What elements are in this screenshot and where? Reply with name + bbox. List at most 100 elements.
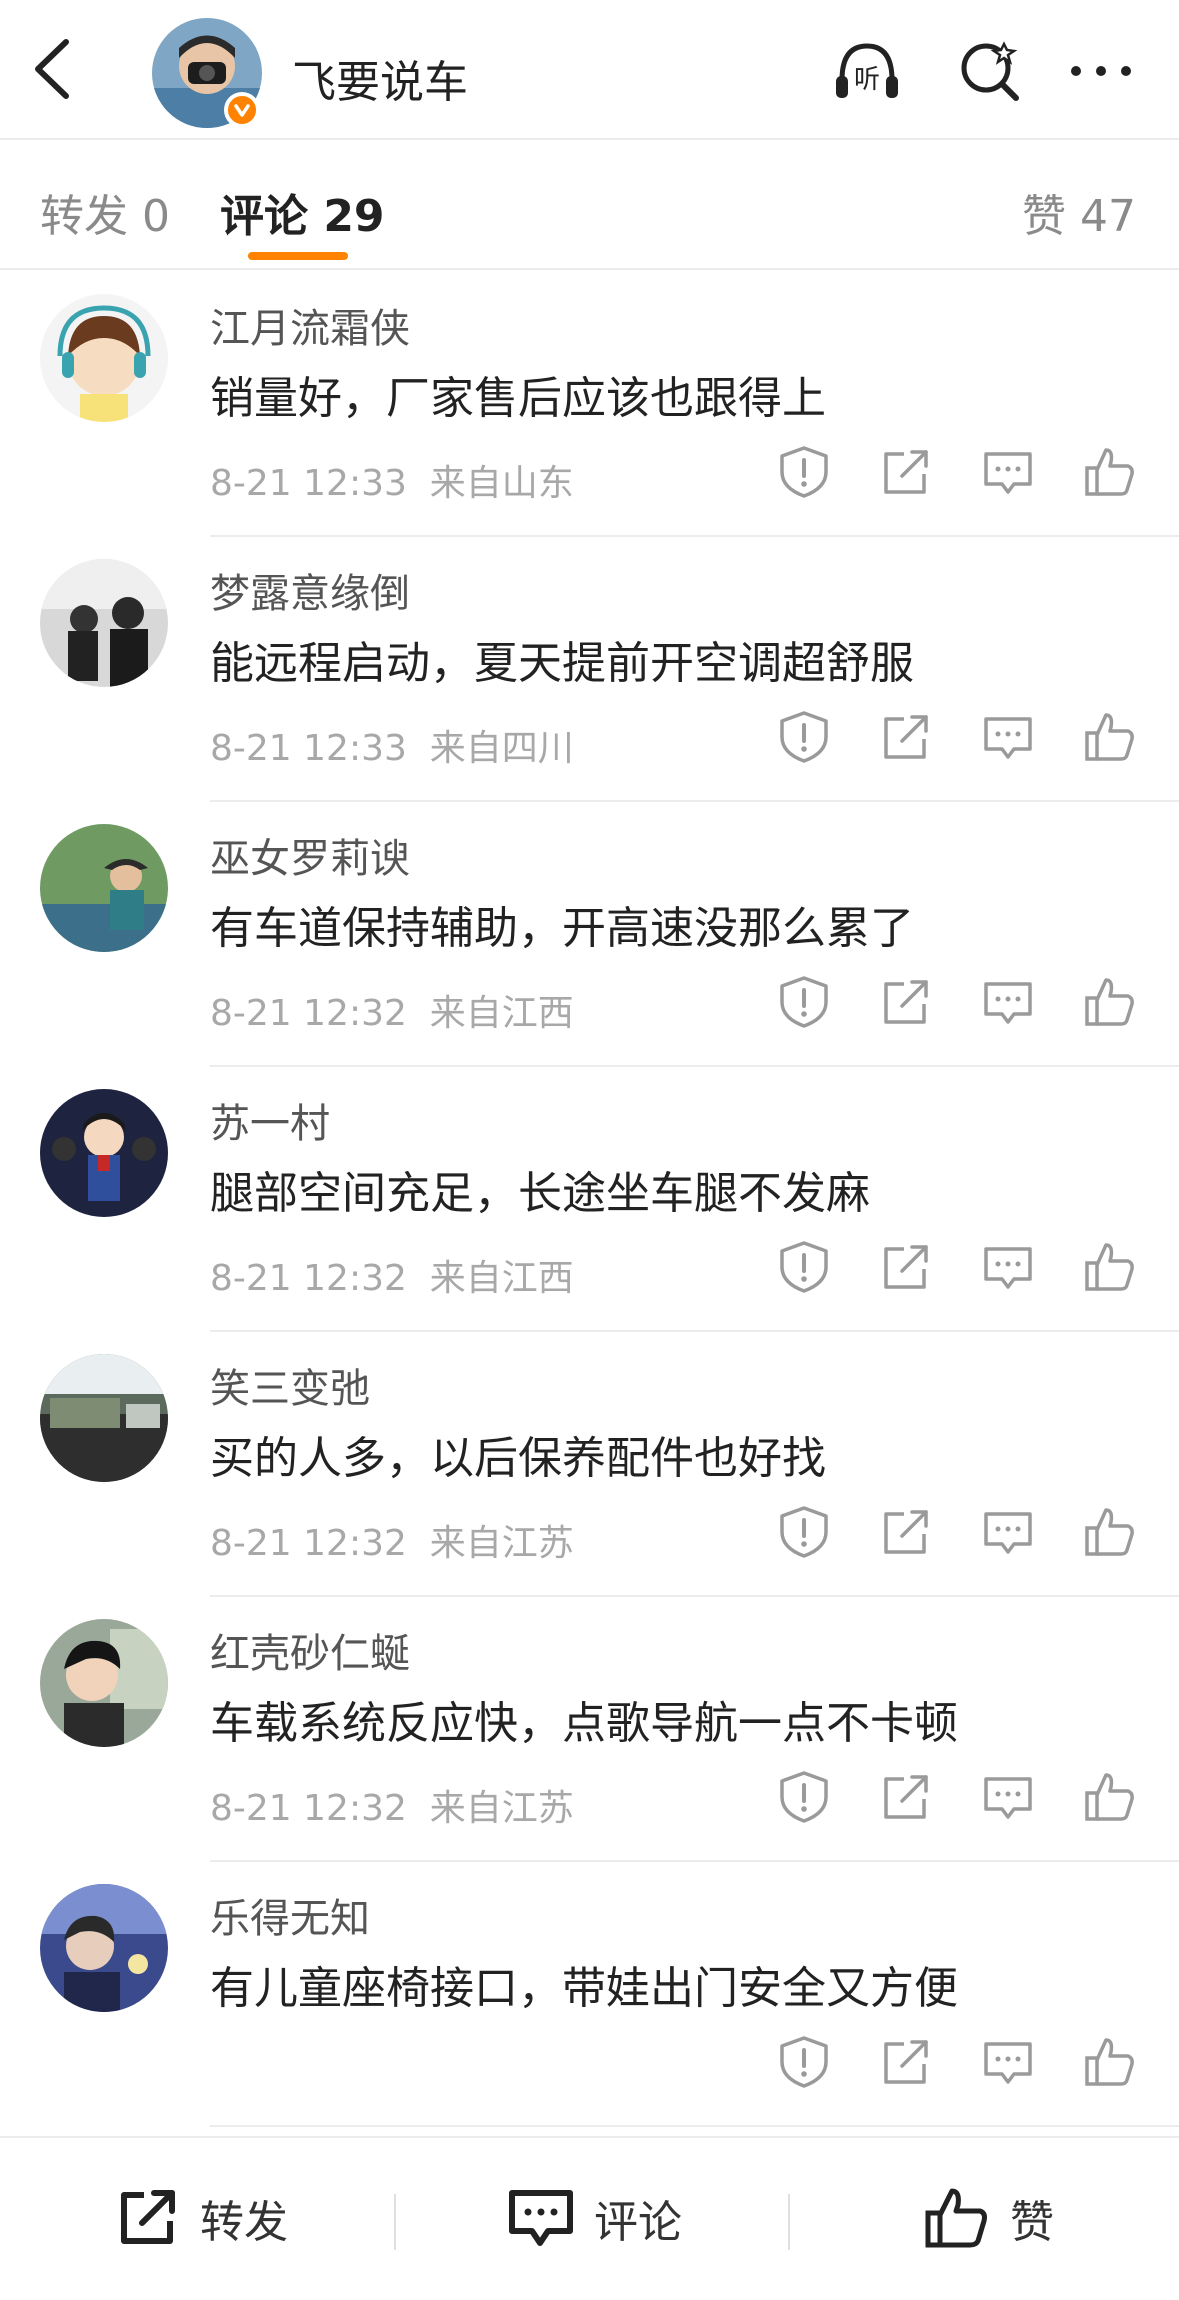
comment-item[interactable]: 笑三变弛 买的人多，以后保养配件也好找 8-21 12:32 来自江苏 bbox=[0, 1332, 1179, 1597]
comment-text: 有儿童座椅接口，带娃出门安全又方便 bbox=[210, 1963, 958, 2014]
comment-item[interactable]: 红壳砂仁蜒 车载系统反应快，点歌导航一点不卡顿 8-21 12:32 来自江苏 bbox=[0, 1597, 1179, 1862]
commenter-name[interactable]: 苏一村 bbox=[210, 1091, 330, 1149]
footer-divider bbox=[788, 2194, 790, 2250]
comment-meta: 8-21 12:32 来自江西 bbox=[210, 1249, 574, 1301]
comment-text: 有车道保持辅助，开高速没那么累了 bbox=[210, 903, 914, 954]
reply-icon[interactable] bbox=[980, 1239, 1036, 1295]
comment-location: 来自江西 bbox=[429, 993, 574, 1034]
like-label: 赞 bbox=[1010, 2197, 1054, 2248]
author-name[interactable]: 飞要说车 bbox=[292, 46, 468, 110]
listen-label: 听 bbox=[854, 65, 880, 95]
commenter-name[interactable]: 乐得无知 bbox=[210, 1886, 370, 1944]
like-icon[interactable] bbox=[1082, 2034, 1138, 2090]
commenter-name[interactable]: 红壳砂仁蜒 bbox=[210, 1621, 410, 1679]
like-icon[interactable] bbox=[1082, 1239, 1138, 1295]
report-icon[interactable] bbox=[776, 1239, 832, 1295]
commenter-avatar[interactable] bbox=[40, 559, 168, 687]
report-icon[interactable] bbox=[776, 974, 832, 1030]
comment-time: 8-21 12:32 bbox=[210, 1788, 407, 1829]
search-icon[interactable] bbox=[954, 36, 1024, 106]
more-icon[interactable] bbox=[1066, 36, 1136, 106]
thumbs-up-icon bbox=[925, 2188, 987, 2248]
reply-icon[interactable] bbox=[980, 1769, 1036, 1825]
commenter-avatar[interactable] bbox=[40, 1884, 168, 2012]
tab-comment[interactable]: 评论 29 bbox=[220, 180, 385, 244]
comment-time: 8-21 12:33 bbox=[210, 728, 407, 769]
share-icon[interactable] bbox=[878, 1504, 934, 1560]
comment-meta: 8-21 12:32 来自江西 bbox=[210, 984, 574, 1036]
reply-icon[interactable] bbox=[980, 2034, 1036, 2090]
comment-location: 来自山东 bbox=[429, 463, 574, 504]
comment-location: 来自江西 bbox=[429, 1258, 574, 1299]
comment-text: 腿部空间充足，长途坐车腿不发麻 bbox=[210, 1168, 870, 1219]
comment-text: 销量好，厂家售后应该也跟得上 bbox=[210, 373, 826, 424]
comment-time: 8-21 12:32 bbox=[210, 993, 407, 1034]
repost-button[interactable]: 转发 bbox=[112, 2178, 288, 2258]
like-icon[interactable] bbox=[1082, 974, 1138, 1030]
share-icon[interactable] bbox=[878, 1769, 934, 1825]
top-bar: 飞要说车 听 bbox=[0, 0, 1179, 140]
comment-icon bbox=[509, 2190, 573, 2246]
like-icon[interactable] bbox=[1082, 1769, 1138, 1825]
bottom-action-bar: 转发 评论 赞 bbox=[0, 2136, 1179, 2300]
comment-item[interactable]: 苏一村 腿部空间充足，长途坐车腿不发麻 8-21 12:32 来自江西 bbox=[0, 1067, 1179, 1332]
reply-icon[interactable] bbox=[980, 444, 1036, 500]
comment-meta: 8-21 12:32 来自江苏 bbox=[210, 1514, 574, 1566]
commenter-avatar[interactable] bbox=[40, 1619, 168, 1747]
report-icon[interactable] bbox=[776, 1504, 832, 1560]
comment-meta bbox=[210, 2044, 221, 2085]
comment-location: 来自四川 bbox=[429, 728, 574, 769]
like-icon[interactable] bbox=[1082, 1504, 1138, 1560]
back-arrow-icon[interactable] bbox=[28, 34, 78, 104]
comment-meta: 8-21 12:33 来自四川 bbox=[210, 719, 574, 771]
repost-label: 转发 bbox=[200, 2197, 288, 2248]
comment-divider bbox=[210, 2125, 1179, 2127]
reply-icon[interactable] bbox=[980, 974, 1036, 1030]
share-icon[interactable] bbox=[878, 974, 934, 1030]
tab-bar: 转发 0 评论 29 赞 47 bbox=[0, 142, 1179, 270]
like-button[interactable]: 赞 bbox=[922, 2178, 1054, 2258]
comment-location: 来自江苏 bbox=[429, 1523, 574, 1564]
tab-repost[interactable]: 转发 0 bbox=[40, 180, 170, 244]
repost-icon bbox=[121, 2190, 175, 2244]
comment-time: 8-21 12:33 bbox=[210, 463, 407, 504]
comment-item[interactable]: 江月流霜侠 销量好，厂家售后应该也跟得上 8-21 12:33 来自山东 bbox=[0, 272, 1179, 537]
commenter-avatar[interactable] bbox=[40, 1089, 168, 1217]
reply-icon[interactable] bbox=[980, 709, 1036, 765]
share-icon[interactable] bbox=[878, 709, 934, 765]
active-tab-indicator bbox=[248, 252, 348, 260]
comment-item[interactable]: 巫女罗莉谀 有车道保持辅助，开高速没那么累了 8-21 12:32 来自江西 bbox=[0, 802, 1179, 1067]
commenter-name[interactable]: 笑三变弛 bbox=[210, 1356, 370, 1414]
commenter-avatar[interactable] bbox=[40, 1354, 168, 1482]
share-icon[interactable] bbox=[878, 444, 934, 500]
commenter-name[interactable]: 巫女罗莉谀 bbox=[210, 826, 410, 884]
comment-time: 8-21 12:32 bbox=[210, 1523, 407, 1564]
comment-text: 买的人多，以后保养配件也好找 bbox=[210, 1433, 826, 1484]
commenter-name[interactable]: 江月流霜侠 bbox=[210, 296, 410, 354]
comment-label: 评论 bbox=[594, 2197, 682, 2248]
comment-item[interactable]: 梦露意缘倒 能远程启动，夏天提前开空调超舒服 8-21 12:33 来自四川 bbox=[0, 537, 1179, 802]
report-icon[interactable] bbox=[776, 444, 832, 500]
share-icon[interactable] bbox=[878, 2034, 934, 2090]
reply-icon[interactable] bbox=[980, 1504, 1036, 1560]
comment-meta: 8-21 12:33 来自山东 bbox=[210, 454, 574, 506]
comment-location: 来自江苏 bbox=[429, 1788, 574, 1829]
comment-meta: 8-21 12:32 来自江苏 bbox=[210, 1779, 574, 1831]
verified-badge-icon bbox=[224, 92, 260, 128]
comment-item[interactable]: 乐得无知 有儿童座椅接口，带娃出门安全又方便 bbox=[0, 1862, 1179, 2127]
commenter-name[interactable]: 梦露意缘倒 bbox=[210, 561, 410, 619]
commenter-avatar[interactable] bbox=[40, 824, 168, 952]
footer-divider bbox=[394, 2194, 396, 2250]
comment-text: 能远程启动，夏天提前开空调超舒服 bbox=[210, 638, 914, 689]
share-icon[interactable] bbox=[878, 1239, 934, 1295]
like-icon[interactable] bbox=[1082, 444, 1138, 500]
report-icon[interactable] bbox=[776, 2034, 832, 2090]
comment-button[interactable]: 评论 bbox=[506, 2178, 682, 2258]
tab-like[interactable]: 赞 47 bbox=[1022, 180, 1136, 244]
listen-icon[interactable]: 听 bbox=[832, 36, 902, 106]
like-icon[interactable] bbox=[1082, 709, 1138, 765]
report-icon[interactable] bbox=[776, 709, 832, 765]
comment-text: 车载系统反应快，点歌导航一点不卡顿 bbox=[210, 1698, 958, 1749]
report-icon[interactable] bbox=[776, 1769, 832, 1825]
commenter-avatar[interactable] bbox=[40, 294, 168, 422]
